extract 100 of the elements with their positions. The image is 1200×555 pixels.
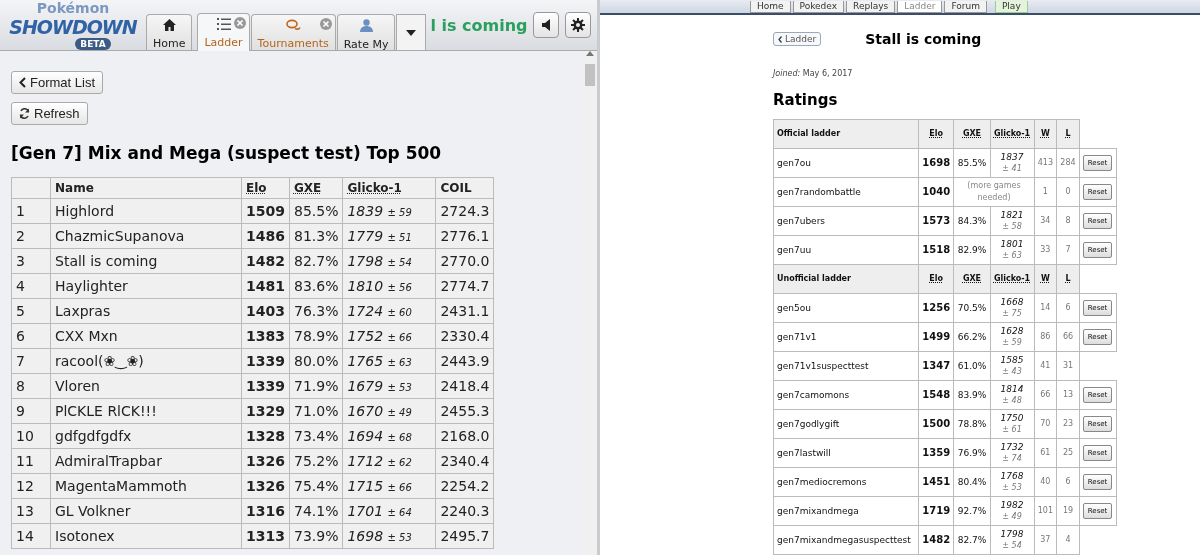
table-cell: 61.0% [953, 351, 991, 380]
caret-icon [406, 29, 417, 36]
table-cell: 78.8% [953, 409, 991, 438]
player-name[interactable]: GL Volkner [50, 498, 242, 524]
format-name: gen7camomons [773, 380, 919, 409]
player-name[interactable]: PlCKLE RlCK!!! [50, 398, 242, 424]
table-cell: 83.6% [289, 273, 343, 299]
format-name: gen71v1suspecttest [773, 351, 919, 380]
home-icon [162, 19, 176, 31]
table-cell: 33 [1034, 235, 1057, 264]
table-cell: 1668 ± 75 [990, 293, 1035, 322]
column-header: GXE [289, 177, 343, 199]
table-cell: 1486 [241, 223, 290, 249]
ratings-heading: Ratings [773, 91, 839, 109]
nav-tab[interactable]: Play [994, 1, 1028, 13]
table-cell: 1482 [241, 248, 290, 274]
table-cell: 1719 [918, 496, 954, 525]
table-cell: 2240.3 [435, 498, 494, 524]
format-list-button[interactable]: Format List [11, 71, 103, 94]
table-cell: 2168.0 [435, 423, 494, 449]
table-cell: 1548 [918, 380, 954, 409]
section-header: Official ladder [773, 119, 919, 148]
table-cell: 1724 ± 60 [342, 298, 436, 324]
column-header: L [1056, 119, 1080, 148]
table-cell: 1256 [918, 293, 954, 322]
settings-button[interactable] [565, 12, 591, 38]
table-cell: 6 [1056, 293, 1080, 322]
player-name[interactable]: ChazmicSupanova [50, 223, 242, 249]
scroll-up-arrow-icon[interactable] [586, 51, 594, 56]
player-name[interactable]: Stall is coming [50, 248, 242, 274]
table-cell: 25 [1056, 438, 1080, 467]
player-name[interactable]: Vloren [50, 373, 242, 399]
table-cell: 1701 ± 64 [342, 498, 436, 524]
chevron-left-icon [19, 77, 26, 88]
table-cell: 13 [11, 498, 51, 524]
player-name[interactable]: Highlord [50, 198, 242, 224]
chevron-left-icon [778, 35, 782, 43]
table-cell: 6 [11, 323, 51, 349]
table-cell: 1347 [918, 351, 954, 380]
table-cell: 1509 [241, 198, 290, 224]
table-cell: 1329 [241, 398, 290, 424]
table-cell: 5 [11, 298, 51, 324]
player-name[interactable]: Haylighter [50, 273, 242, 299]
table-cell: 92.7% [953, 496, 991, 525]
player-name[interactable]: CXX Mxn [50, 323, 242, 349]
back-button[interactable]: Ladder [773, 32, 822, 46]
format-name: gen7mixandmegasuspecttest [773, 525, 919, 554]
tab[interactable]: Home [146, 14, 193, 50]
nav-tab[interactable]: Ladder [897, 1, 943, 13]
table-cell: 8 [1056, 206, 1080, 235]
table-cell: 8 [11, 373, 51, 399]
table-cell: 71.0% [289, 398, 343, 424]
table-cell: 1383 [241, 323, 290, 349]
table-cell: 81.3% [289, 223, 343, 249]
table-cell: 1814 ± 48 [990, 380, 1035, 409]
table-cell: 41 [1034, 351, 1057, 380]
logo[interactable]: Pokémon SHOWDOWN BETA [0, 1, 146, 49]
tab[interactable]: Tournaments [250, 14, 336, 50]
table-cell: 1810 ± 56 [342, 273, 436, 299]
table-cell: 7 [11, 348, 51, 374]
table-cell: 1500 [918, 409, 954, 438]
player-name[interactable]: MagentaMammoth [50, 473, 242, 499]
player-name[interactable]: racool(❀‿❀) [50, 348, 242, 374]
tab[interactable]: Rate My [336, 14, 396, 50]
table-cell: 73.9% [289, 523, 343, 549]
table-cell: 1313 [241, 523, 290, 549]
player-name[interactable]: AdmiralTrapbar [50, 448, 242, 474]
format-name: gen7mixandmega [773, 496, 919, 525]
player-name[interactable]: Laxpras [50, 298, 242, 324]
column-header: Glicko-1 [990, 119, 1035, 148]
refresh-icon [19, 108, 30, 119]
close-icon[interactable] [233, 17, 246, 29]
player-name[interactable]: Isotonex [50, 523, 242, 549]
table-cell: 2418.4 [435, 373, 494, 399]
scrollbar-thumb[interactable] [585, 64, 595, 86]
column-header: Elo [918, 119, 954, 148]
table-cell: 2770.0 [435, 248, 494, 274]
table-cell: 1732 ± 74 [990, 438, 1035, 467]
nav-tab[interactable]: Replays [846, 1, 896, 13]
table-cell: 1339 [241, 348, 290, 374]
table-cell: 71.9% [289, 373, 343, 399]
table-cell: 1750 ± 61 [990, 409, 1035, 438]
nav-tab[interactable]: Home [750, 1, 791, 13]
close-icon[interactable] [319, 18, 332, 30]
table-cell: 80.0% [289, 348, 343, 374]
tab-menu-button[interactable] [396, 14, 427, 50]
mute-button[interactable] [533, 12, 559, 38]
table-cell: 76.3% [289, 298, 343, 324]
table-cell: 1482 [918, 525, 954, 554]
table-cell: 12 [11, 473, 51, 499]
tab[interactable]: Ladder [197, 13, 250, 51]
player-name[interactable]: gdfgdfgdfx [50, 423, 242, 449]
format-name: gen7godlygift [773, 409, 919, 438]
table-cell: 3 [11, 248, 51, 274]
table-cell: 1801 ± 63 [990, 235, 1035, 264]
table-cell: 70 [1034, 409, 1057, 438]
refresh-button[interactable]: Refresh [11, 102, 88, 125]
nav-tab[interactable]: Pokedex [792, 1, 845, 13]
nav-tab[interactable]: Forum [944, 1, 987, 13]
user-icon [359, 19, 373, 32]
